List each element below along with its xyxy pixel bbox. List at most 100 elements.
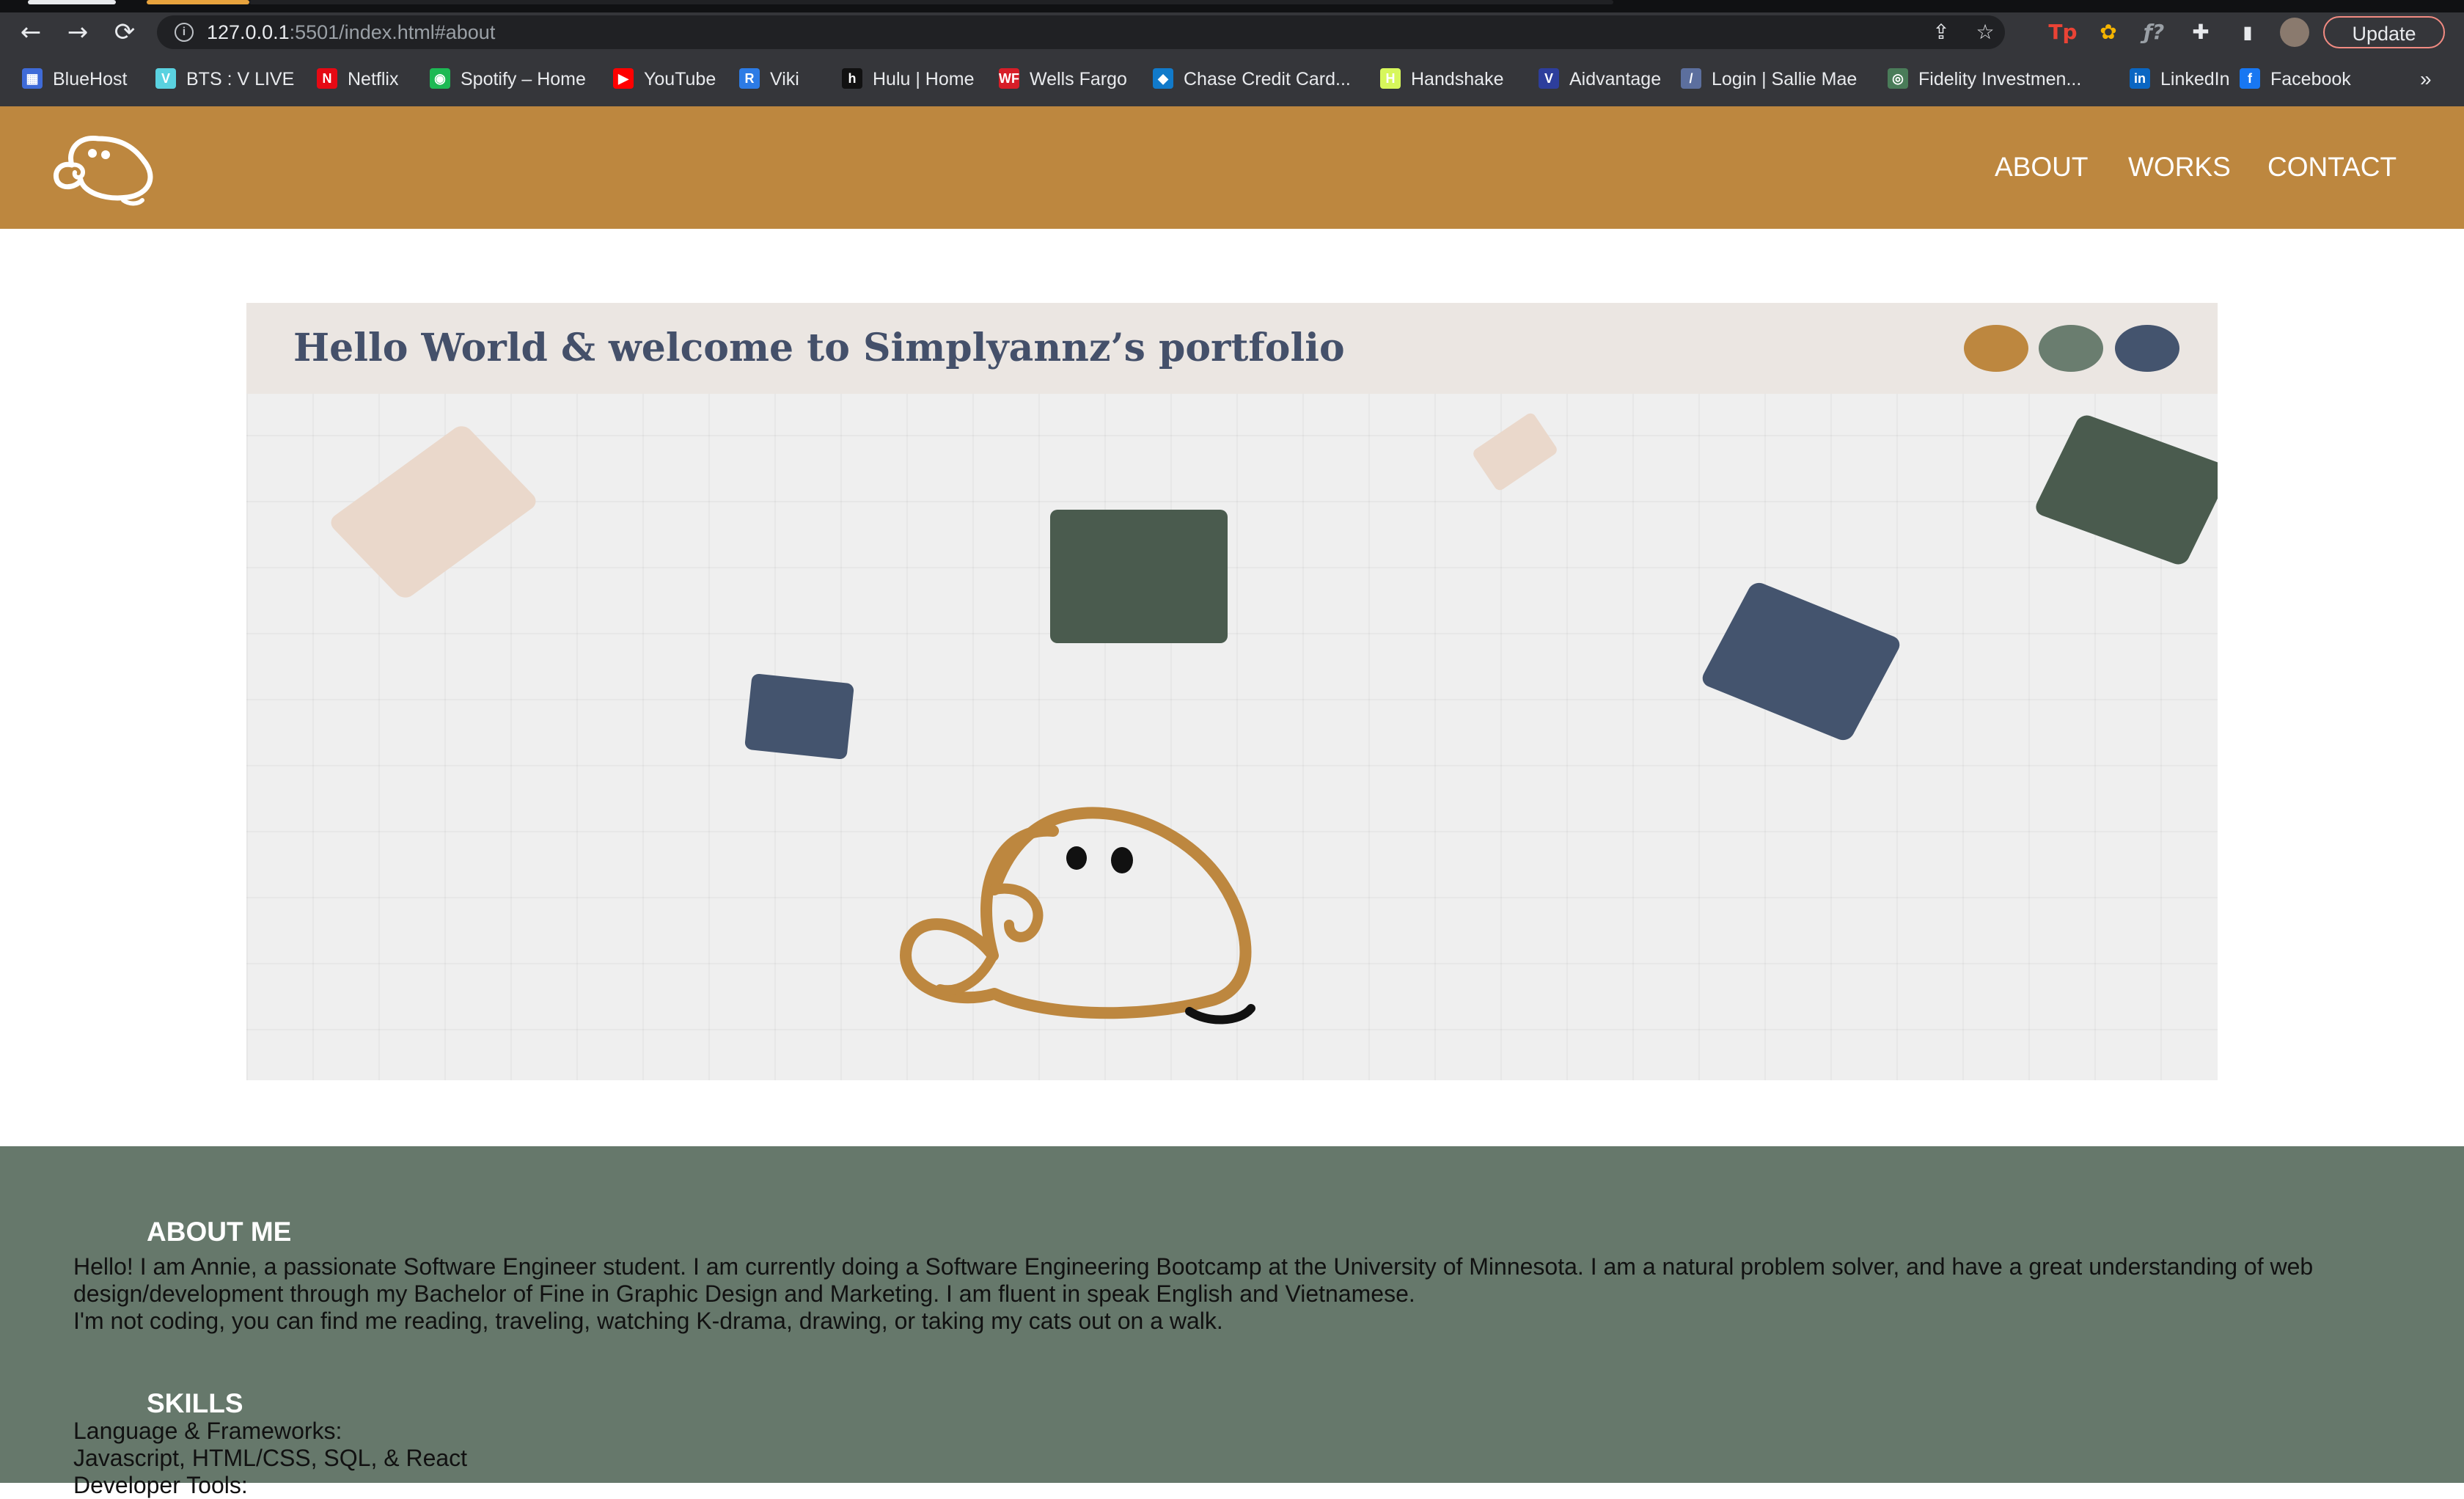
nav-about-link[interactable]: ABOUT xyxy=(1995,149,2088,186)
bookmark-favicon-icon: V xyxy=(1539,68,1559,89)
decor-square xyxy=(2032,412,2218,568)
bookmark-favicon-icon: in xyxy=(2130,68,2150,89)
bookmark-item[interactable]: ◆ Chase Credit Card... xyxy=(1153,52,1351,106)
url-path: :5501/index.html#about xyxy=(289,21,496,43)
site-logo-icon[interactable] xyxy=(47,128,154,209)
bookmark-favicon-icon: h xyxy=(842,68,862,89)
skills-text-line: Javascript, HTML/CSS, SQL, & React xyxy=(73,1445,468,1471)
extensions-puzzle-icon[interactable]: ✚ xyxy=(2185,17,2216,48)
site-header: ABOUT WORKS CONTACT xyxy=(0,106,2464,229)
bookmark-label: LinkedIn xyxy=(2160,69,2230,89)
bookmark-favicon-icon: f xyxy=(2240,68,2260,89)
bookmark-item[interactable]: H Handshake xyxy=(1380,52,1503,106)
tab-strip xyxy=(0,0,2464,12)
bookmark-star-icon[interactable]: ☆ xyxy=(1973,20,1998,45)
bookmark-favicon-icon: V xyxy=(155,68,176,89)
bookmark-item[interactable]: V Aidvantage xyxy=(1539,52,1661,106)
site-info-icon[interactable]: i xyxy=(175,23,194,42)
mascot-illustration xyxy=(900,807,1255,1025)
bookmark-label: YouTube xyxy=(644,69,716,89)
bookmark-label: BTS : V LIVE xyxy=(186,69,295,89)
decor-square xyxy=(1050,510,1228,643)
bookmark-favicon-icon: ▶ xyxy=(613,68,634,89)
hero-banner: Hello World & welcome to Simplyannz’s po… xyxy=(246,303,2218,1080)
bookmark-label: Handshake xyxy=(1411,69,1504,89)
bookmark-label: Aidvantage xyxy=(1569,69,1662,89)
update-button[interactable]: Update xyxy=(2323,16,2445,48)
url-host: 127.0.0.1 xyxy=(207,21,290,43)
bookmark-item[interactable]: ▶ YouTube xyxy=(613,52,716,106)
share-icon[interactable]: ⇪ xyxy=(1929,20,1954,45)
skills-text-line: Developer Tools: xyxy=(73,1472,248,1498)
bookmark-favicon-icon: H xyxy=(1380,68,1401,89)
bookmark-label: Chase Credit Card... xyxy=(1184,69,1351,89)
bookmark-label: Fidelity Investmen... xyxy=(1918,69,2082,89)
bookmark-item[interactable]: N Netflix xyxy=(317,52,398,106)
bookmark-label: Hulu | Home xyxy=(873,69,975,89)
extension-tp-icon[interactable]: Tp xyxy=(2047,17,2078,48)
bookmark-favicon-icon: ▦ xyxy=(22,68,43,89)
side-panel-icon[interactable]: ▮ xyxy=(2232,17,2263,48)
bookmark-favicon-icon: N xyxy=(317,68,337,89)
skills-text-line: Language & Frameworks: xyxy=(73,1418,342,1444)
bookmark-item[interactable]: R Viki xyxy=(739,52,799,106)
nav-contact-link[interactable]: CONTACT xyxy=(2267,149,2397,186)
bookmark-favicon-icon: ◆ xyxy=(1153,68,1173,89)
address-bar[interactable]: i 127.0.0.1:5501/index.html#about ⇪ ☆ xyxy=(157,15,2005,49)
bookmark-item[interactable]: ◎ Fidelity Investmen... xyxy=(1888,52,2081,106)
decor-dot-gold xyxy=(1964,325,2028,372)
forward-button[interactable]: → xyxy=(60,15,95,50)
bookmark-label: Netflix xyxy=(348,69,399,89)
bookmark-label: Facebook xyxy=(2270,69,2351,89)
about-section: ABOUT ME Hello! I am Annie, a passionate… xyxy=(0,1146,2464,1498)
hero-title: Hello World & welcome to Simplyannz’s po… xyxy=(293,326,1345,370)
profile-avatar[interactable] xyxy=(2279,17,2310,48)
bookmark-item[interactable]: ▦ BlueHost xyxy=(22,52,127,106)
decor-dot-green xyxy=(2039,325,2103,372)
bookmark-favicon-icon: R xyxy=(739,68,760,89)
about-text-line: design/development through my Bachelor o… xyxy=(73,1280,1415,1307)
extension-colorpicker-icon[interactable]: ✿ xyxy=(2093,17,2124,48)
browser-toolbar: ← → ⟳ i 127.0.0.1:5501/index.html#about … xyxy=(0,12,2464,52)
bookmark-item[interactable]: in LinkedIn xyxy=(2130,52,2230,106)
bookmark-item[interactable]: V BTS : V LIVE xyxy=(155,52,294,106)
avatar-icon xyxy=(2280,18,2309,47)
bookmarks-bar: ▦ BlueHost V BTS : V LIVE N Netflix ◉ Spotify –… xyxy=(0,52,2464,107)
about-text-line: Hello! I am Annie, a passionate Software… xyxy=(73,1253,2314,1280)
bookmarks-overflow-button[interactable]: » xyxy=(2420,52,2432,106)
bookmark-favicon-icon: / xyxy=(1681,68,1701,89)
bookmark-label: Wells Fargo xyxy=(1030,69,1127,89)
back-arrow-icon: ← xyxy=(20,18,42,47)
decor-dot-blue xyxy=(2115,325,2179,372)
bookmark-label: Login | Sallie Mae xyxy=(1712,69,1858,89)
tab-bar xyxy=(249,0,1613,4)
tab-loading-indicator[interactable] xyxy=(147,0,249,4)
reload-icon: ⟳ xyxy=(114,18,136,47)
about-heading: ABOUT ME xyxy=(147,1217,292,1247)
nav-works-link[interactable]: WORKS xyxy=(2128,149,2231,186)
about-text-line: I'm not coding, you can find me reading,… xyxy=(73,1308,1223,1334)
back-button[interactable]: ← xyxy=(13,15,48,50)
url-text[interactable]: 127.0.0.1:5501/index.html#about xyxy=(207,15,495,49)
reload-button[interactable]: ⟳ xyxy=(107,15,142,50)
skills-heading: SKILLS xyxy=(147,1388,243,1418)
active-tab-indicator[interactable] xyxy=(28,0,116,4)
bookmark-label: BlueHost xyxy=(53,69,128,89)
hero-title-bar: Hello World & welcome to Simplyannz’s po… xyxy=(246,303,2218,394)
bookmark-favicon-icon: ◉ xyxy=(430,68,450,89)
bookmark-item[interactable]: / Login | Sallie Mae xyxy=(1681,52,1857,106)
bookmark-item[interactable]: f Facebook xyxy=(2240,52,2351,106)
extension-font-icon[interactable]: ƒ? xyxy=(2138,17,2169,48)
bookmark-item[interactable]: WF Wells Fargo xyxy=(999,52,1127,106)
decor-square xyxy=(1471,411,1559,493)
decor-square xyxy=(1698,579,1904,744)
bookmark-favicon-icon: WF xyxy=(999,68,1019,89)
bookmark-label: Spotify – Home xyxy=(461,69,586,89)
decor-square xyxy=(744,672,855,761)
decor-square xyxy=(326,422,540,602)
bookmark-favicon-icon: ◎ xyxy=(1888,68,1908,89)
bookmark-item[interactable]: ◉ Spotify – Home xyxy=(430,52,586,106)
bookmark-item[interactable]: h Hulu | Home xyxy=(842,52,975,106)
bookmark-label: Viki xyxy=(770,69,799,89)
forward-arrow-icon: → xyxy=(67,18,89,47)
